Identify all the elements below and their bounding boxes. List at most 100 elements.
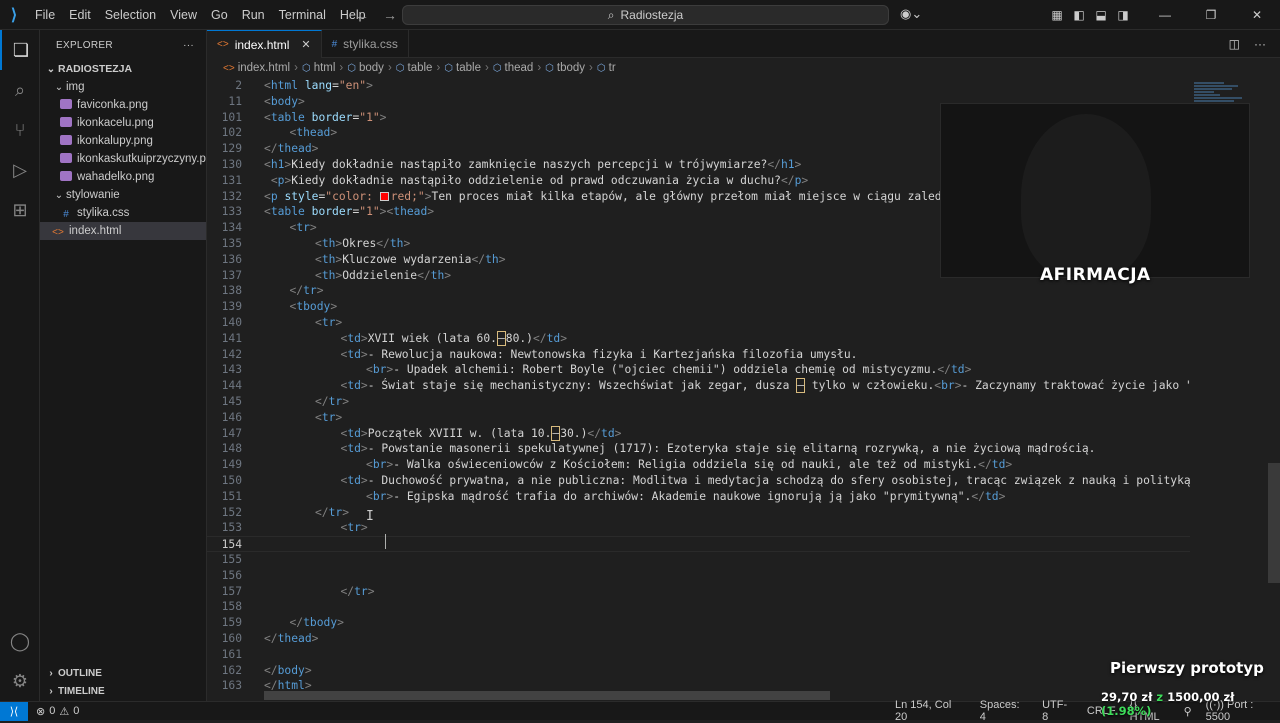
code-line[interactable]: 154 bbox=[207, 536, 1190, 553]
toggle-sidebar-icon[interactable]: ◧ bbox=[1068, 8, 1090, 22]
breadcrumb-item[interactable]: table bbox=[456, 62, 481, 74]
tree-item-wahadelko[interactable]: wahadelko.png bbox=[40, 168, 206, 186]
code-line[interactable]: 152 </tr> bbox=[207, 505, 1190, 521]
code-line[interactable]: 142 <td>- Rewolucja naukowa: Newtonowska … bbox=[207, 347, 1190, 363]
code-line[interactable]: 157 </tr> bbox=[207, 584, 1190, 600]
tree-item-ikonkaskutkuiprzyczyny[interactable]: ikonkaskutkuiprzyczyny.p... bbox=[40, 150, 206, 168]
tree-item-label: stylika.css bbox=[77, 207, 130, 219]
account-icon[interactable]: ◯ bbox=[0, 621, 40, 661]
search-view-icon[interactable]: ⌕ bbox=[0, 70, 40, 110]
tree-item-stylowanie[interactable]: ⌄ stylowanie bbox=[40, 186, 206, 204]
breadcrumb-item[interactable]: html bbox=[314, 62, 336, 74]
tree-item-faviconka[interactable]: faviconka.png bbox=[40, 96, 206, 114]
explorer-icon[interactable]: ❏ bbox=[0, 30, 40, 70]
menu-selection[interactable]: Selection bbox=[98, 0, 163, 30]
menu-run[interactable]: Run bbox=[235, 0, 272, 30]
problems-indicator[interactable]: ⊗ 0 ⚠ 0 bbox=[36, 705, 79, 718]
vertical-scrollbar[interactable] bbox=[1268, 463, 1280, 583]
image-file-icon bbox=[60, 171, 72, 181]
code-line[interactable]: 145 </tr> bbox=[207, 394, 1190, 410]
code-line[interactable]: 160 </thead> bbox=[207, 631, 1190, 647]
extensions-icon[interactable]: ⊞ bbox=[0, 190, 40, 230]
code-line[interactable]: 141 <td>XVII wiek (lata 60.–80.)</td> bbox=[207, 330, 1190, 347]
code-line[interactable]: 162 </body> bbox=[207, 663, 1190, 679]
code-line[interactable]: 2 <html lang="en"> bbox=[207, 78, 1190, 94]
breadcrumb-item[interactable]: table bbox=[408, 62, 433, 74]
code-line[interactable]: 148 <td>- Powstanie masonerii spekulatywn… bbox=[207, 441, 1190, 457]
breadcrumb-item[interactable]: tr bbox=[609, 62, 616, 74]
customize-layout-icon[interactable]: ▦ bbox=[1046, 8, 1068, 22]
copilot-icon[interactable]: ◉⌄ bbox=[900, 6, 922, 22]
horizontal-scrollbar[interactable] bbox=[264, 691, 830, 700]
breadcrumb-item[interactable]: thead bbox=[505, 62, 534, 74]
breadcrumb-item[interactable]: tbody bbox=[557, 62, 585, 74]
menu-view[interactable]: View bbox=[163, 0, 204, 30]
back-arrow-icon[interactable]: ← bbox=[355, 0, 369, 30]
remote-indicator-icon[interactable]: ⟩⟨ bbox=[0, 701, 28, 721]
forward-arrow-icon[interactable]: → bbox=[383, 0, 397, 30]
line-number: 162 bbox=[221, 663, 242, 677]
close-tab-icon[interactable]: ✕ bbox=[301, 38, 310, 51]
restore-icon[interactable]: ❐ bbox=[1188, 0, 1234, 30]
line-number: 152 bbox=[221, 505, 242, 519]
code-line[interactable]: 153 <tr> bbox=[207, 520, 1190, 536]
command-center-search[interactable]: ⌕ Radiostezja bbox=[402, 5, 889, 25]
code-text: </tr> bbox=[340, 584, 375, 598]
encoding[interactable]: UTF-8 bbox=[1042, 699, 1073, 723]
code-line[interactable]: 147 <td>Początek XVIII w. (lata 10.–30.)<… bbox=[207, 425, 1190, 442]
timeline-section[interactable]: › TIMELINE bbox=[40, 683, 207, 701]
code-line[interactable]: 159 </tbody> bbox=[207, 615, 1190, 631]
close-icon[interactable]: ✕ bbox=[1234, 0, 1280, 30]
tree-item-ikonkalupy[interactable]: ikonkalupy.png bbox=[40, 132, 206, 150]
more-actions-icon[interactable]: ··· bbox=[1254, 37, 1266, 51]
code-line[interactable]: 163 </html> bbox=[207, 678, 1190, 691]
outline-section[interactable]: › OUTLINE bbox=[40, 665, 207, 683]
folder-root[interactable]: ⌄ RADIOSTEZJA bbox=[40, 60, 206, 78]
tab-stylika-css[interactable]: # stylika.css bbox=[322, 30, 409, 58]
code-line[interactable]: 149 <br>- Walka oświeceniowców z Kościołe… bbox=[207, 457, 1190, 473]
split-editor-icon[interactable]: ◫ bbox=[1229, 37, 1240, 51]
code-text: <th>Oddzielenie</th> bbox=[315, 268, 452, 282]
code-line[interactable]: 161 bbox=[207, 647, 1190, 663]
code-line[interactable]: 156 bbox=[207, 568, 1190, 584]
toggle-panel-icon[interactable]: ⬓ bbox=[1090, 8, 1112, 22]
tab-index-html[interactable]: <> index.html ✕ bbox=[207, 30, 322, 58]
tree-item-index-html[interactable]: <> index.html bbox=[40, 222, 206, 240]
toggle-secondary-sidebar-icon[interactable]: ◨ bbox=[1112, 8, 1134, 22]
indentation[interactable]: Spaces: 4 bbox=[980, 699, 1028, 723]
line-number: 11 bbox=[228, 94, 242, 108]
line-number: 144 bbox=[221, 379, 242, 393]
menu-edit[interactable]: Edit bbox=[62, 0, 98, 30]
cursor-position[interactable]: Ln 154, Col 20 bbox=[895, 699, 966, 723]
code-line[interactable]: 144 <td>- Świat staje się mechanistyczny:… bbox=[207, 378, 1190, 394]
code-line[interactable]: 151 <br>- Egipska mądrość trafia do archi… bbox=[207, 489, 1190, 505]
minimize-icon[interactable]: — bbox=[1142, 0, 1188, 30]
code-line[interactable]: 155 bbox=[207, 552, 1190, 568]
code-line[interactable]: 138 </tr> bbox=[207, 283, 1190, 299]
code-line[interactable]: 140 <tr> bbox=[207, 315, 1190, 331]
code-line[interactable]: 150 <td>- Duchowość prywatna, a nie publi… bbox=[207, 473, 1190, 489]
tree-item-img[interactable]: ⌄ img bbox=[40, 78, 206, 96]
tree-item-label: ikonkalupy.png bbox=[77, 135, 153, 147]
more-actions-icon[interactable]: ··· bbox=[183, 40, 194, 51]
code-text: </thead> bbox=[264, 632, 319, 645]
code-line[interactable]: 139 <tbody> bbox=[207, 299, 1190, 315]
code-line[interactable]: 158 bbox=[207, 599, 1190, 615]
code-text: </thead> bbox=[264, 142, 319, 156]
tree-item-ikonkacelu[interactable]: ikonkacelu.png bbox=[40, 114, 206, 132]
breadcrumb-item[interactable]: index.html bbox=[238, 62, 290, 74]
menu-go[interactable]: Go bbox=[204, 0, 235, 30]
menu-file[interactable]: File bbox=[28, 0, 62, 30]
run-debug-icon[interactable]: ▷ bbox=[0, 150, 40, 190]
code-line[interactable]: 143 <br>- Upadek alchemii: Robert Boyle (… bbox=[207, 362, 1190, 378]
line-number: 154 bbox=[221, 538, 242, 552]
menu-terminal[interactable]: Terminal bbox=[272, 0, 333, 30]
source-control-icon[interactable]: ⑂ bbox=[0, 110, 40, 150]
tree-item-label: faviconka.png bbox=[77, 99, 148, 111]
breadcrumb-item[interactable]: body bbox=[359, 62, 384, 74]
tree-item-stylika-css[interactable]: # stylika.css bbox=[40, 204, 206, 222]
line-number: 157 bbox=[221, 584, 242, 598]
code-line[interactable]: 146 <tr> bbox=[207, 410, 1190, 426]
settings-gear-icon[interactable]: ⚙ bbox=[0, 661, 40, 701]
tree-item-label: ikonkaskutkuiprzyczyny.p... bbox=[77, 153, 206, 165]
